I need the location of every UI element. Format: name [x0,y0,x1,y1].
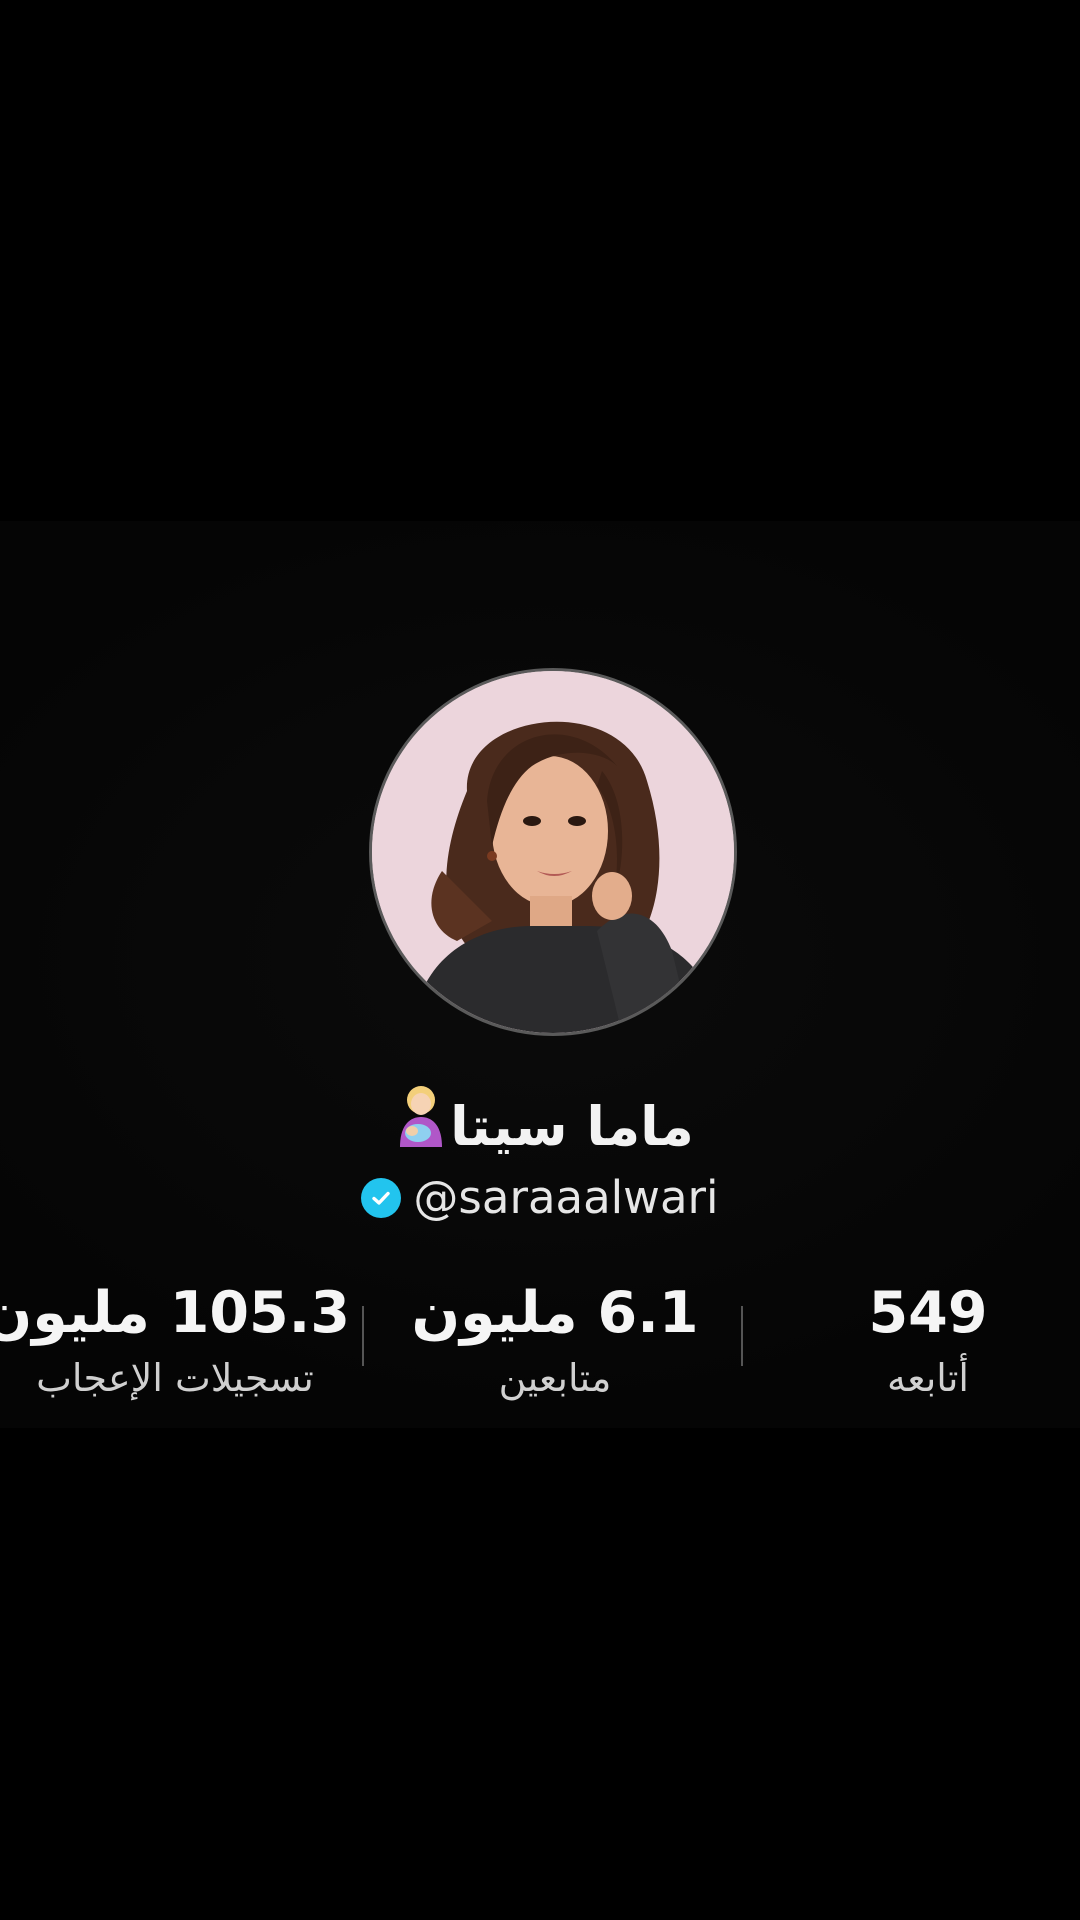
screen: ماما سيتا @saraaalwari 549 أتابعه 6.1 مل… [0,0,1080,1920]
profile-photo [372,671,734,1033]
likes-stat[interactable]: 105.3 مليون تسجيلات الإعجاب [0,1278,350,1404]
likes-count: 105.3 مليون [0,1280,350,1346]
username-handle: @saraaalwari [413,1171,719,1224]
stat-divider [741,1306,743,1366]
display-name: ماما سيتا [450,1094,694,1158]
handle-row: @saraaalwari [0,1170,1080,1226]
verified-badge-icon [361,1178,402,1218]
likes-label: تسجيلات الإعجاب [36,1356,314,1400]
following-count: 549 [868,1280,988,1346]
following-stat[interactable]: 549 أتابعه [843,1278,1013,1404]
avatar[interactable] [372,671,734,1033]
display-name-row: ماما سيتا [0,1085,1080,1168]
breastfeeding-woman-icon [392,1085,450,1168]
followers-stat[interactable]: 6.1 مليون متابعين [410,1278,700,1404]
followers-count: 6.1 مليون [411,1280,699,1346]
following-label: أتابعه [887,1356,969,1400]
followers-label: متابعين [498,1356,612,1400]
stat-divider [362,1306,364,1366]
